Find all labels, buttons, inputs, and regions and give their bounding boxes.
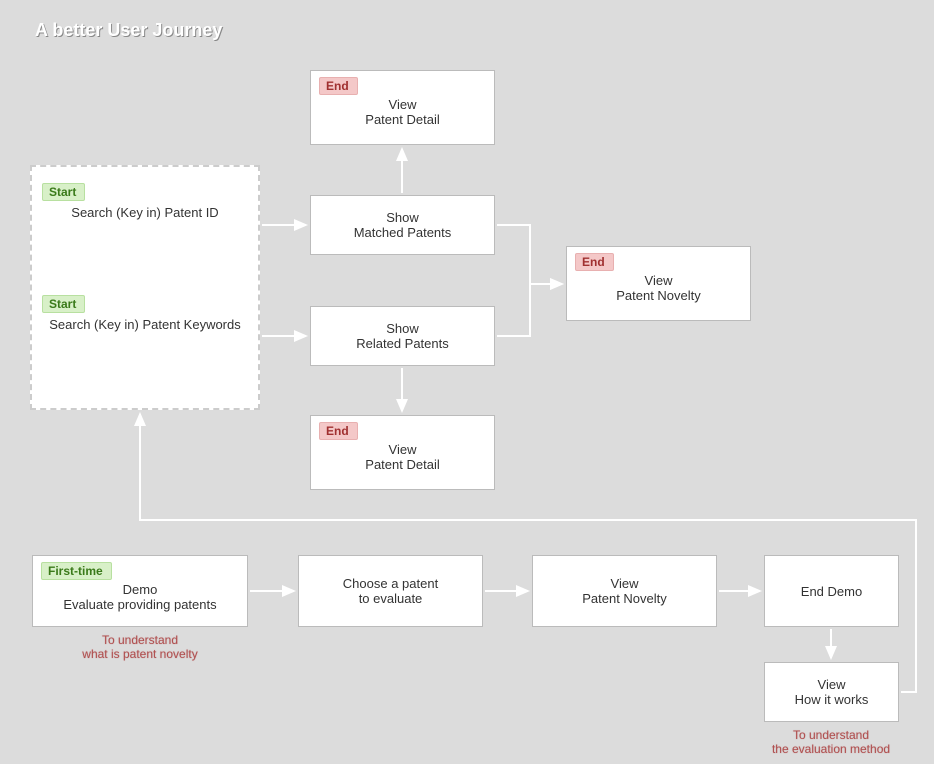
text: Show xyxy=(311,210,494,225)
node-how-it-works: View How it works xyxy=(764,662,899,722)
caption-how-it-works: To understand the evaluation method xyxy=(746,728,916,756)
text: Search (Key in) xyxy=(49,317,139,332)
end-badge: End xyxy=(319,422,358,440)
node-view-patent-detail-bottom: End View Patent Detail xyxy=(310,415,495,490)
text: Show xyxy=(311,321,494,336)
text: Patent Detail xyxy=(311,112,494,127)
node-end-demo: End Demo xyxy=(764,555,899,627)
caption-demo: To understand what is patent novelty xyxy=(50,633,230,661)
node-view-novelty-bottom: View Patent Novelty xyxy=(532,555,717,627)
text: End Demo xyxy=(765,584,898,599)
end-badge: End xyxy=(575,253,614,271)
start-node-search-id: Search (Key in) Patent ID xyxy=(32,205,258,220)
start-node-search-keywords: Search (Key in) Patent Keywords xyxy=(32,317,258,332)
text: View xyxy=(567,273,750,288)
text: to evaluate xyxy=(299,591,482,606)
text: Evaluate providing patents xyxy=(33,597,247,612)
node-show-matched-patents: Show Matched Patents xyxy=(310,195,495,255)
text: Search (Key in) xyxy=(71,205,161,220)
end-badge: End xyxy=(319,77,358,95)
text: Related Patents xyxy=(311,336,494,351)
text: View xyxy=(533,576,716,591)
text: what is patent novelty xyxy=(82,647,197,661)
start-badge-2: Start xyxy=(42,295,85,313)
first-time-badge: First-time xyxy=(41,562,112,580)
text: the evaluation method xyxy=(772,742,890,756)
text: Patent Keywords xyxy=(142,317,240,332)
text: To understand xyxy=(102,633,178,647)
text: To understand xyxy=(793,728,869,742)
text: View xyxy=(765,677,898,692)
text: Matched Patents xyxy=(311,225,494,240)
diagram-title: A better User Journey xyxy=(35,20,222,41)
text: Demo xyxy=(33,582,247,597)
text: How it works xyxy=(765,692,898,707)
node-choose-patent: Choose a patent to evaluate xyxy=(298,555,483,627)
text: Choose a patent xyxy=(299,576,482,591)
text: Patent Novelty xyxy=(533,591,716,606)
text: View xyxy=(311,97,494,112)
node-view-patent-detail-top: End View Patent Detail xyxy=(310,70,495,145)
start-badge-1: Start xyxy=(42,183,85,201)
text: Patent ID xyxy=(165,205,219,220)
text: View xyxy=(311,442,494,457)
start-group: Start Search (Key in) Patent ID Start Se… xyxy=(30,165,260,410)
node-view-patent-novelty: End View Patent Novelty xyxy=(566,246,751,321)
text: Patent Detail xyxy=(311,457,494,472)
node-first-time-demo: First-time Demo Evaluate providing paten… xyxy=(32,555,248,627)
node-show-related-patents: Show Related Patents xyxy=(310,306,495,366)
text: Patent Novelty xyxy=(567,288,750,303)
